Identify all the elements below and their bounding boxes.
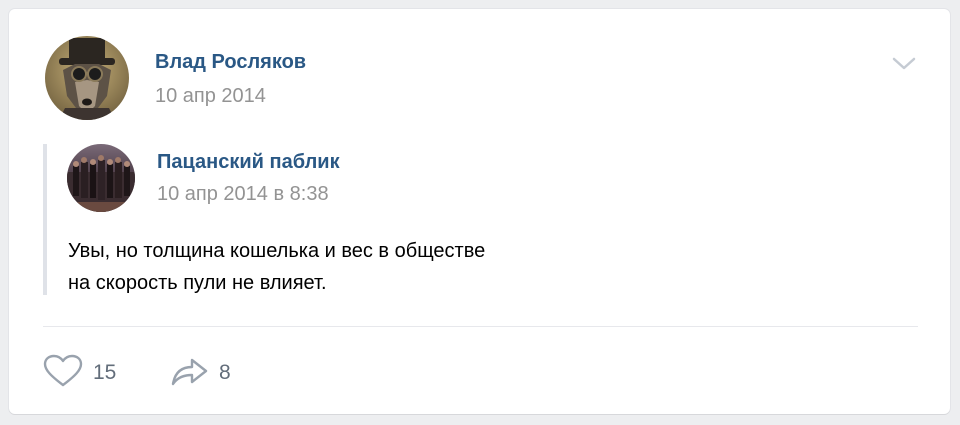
- repost-block: Пацанский паблик 10 апр 2014 в 8:38 Увы,…: [43, 144, 907, 295]
- repost-text-line: на скорость пули не влияет.: [68, 272, 327, 294]
- author-name-link[interactable]: Влад Росляков: [155, 51, 306, 74]
- chevron-down-icon[interactable]: [889, 53, 919, 73]
- heart-icon: [43, 354, 83, 393]
- author-avatar[interactable]: [45, 36, 129, 120]
- likes-count: 15: [93, 361, 117, 384]
- source-name-link[interactable]: Пацанский паблик: [157, 151, 340, 174]
- post-card: Влад Росляков 10 апр 2014 Пацанский пабл…: [9, 9, 950, 414]
- source-avatar[interactable]: [67, 144, 135, 212]
- repost-date-link[interactable]: 10 апр 2014 в 8:38: [157, 183, 329, 206]
- wolf-avatar-image: [45, 36, 129, 120]
- shares-count: 8: [219, 361, 231, 384]
- divider: [43, 326, 918, 327]
- like-button[interactable]: 15: [43, 353, 116, 393]
- repost-text-line: Увы, но толщина кошелька и вес в обществ…: [68, 240, 486, 262]
- share-arrow-icon: [169, 354, 209, 393]
- share-button[interactable]: 8: [169, 353, 231, 393]
- post-date-link[interactable]: 10 апр 2014: [155, 85, 266, 108]
- crowd-avatar-image: [67, 144, 135, 212]
- repost-text: Увы, но толщина кошелька и вес в обществ…: [68, 235, 485, 299]
